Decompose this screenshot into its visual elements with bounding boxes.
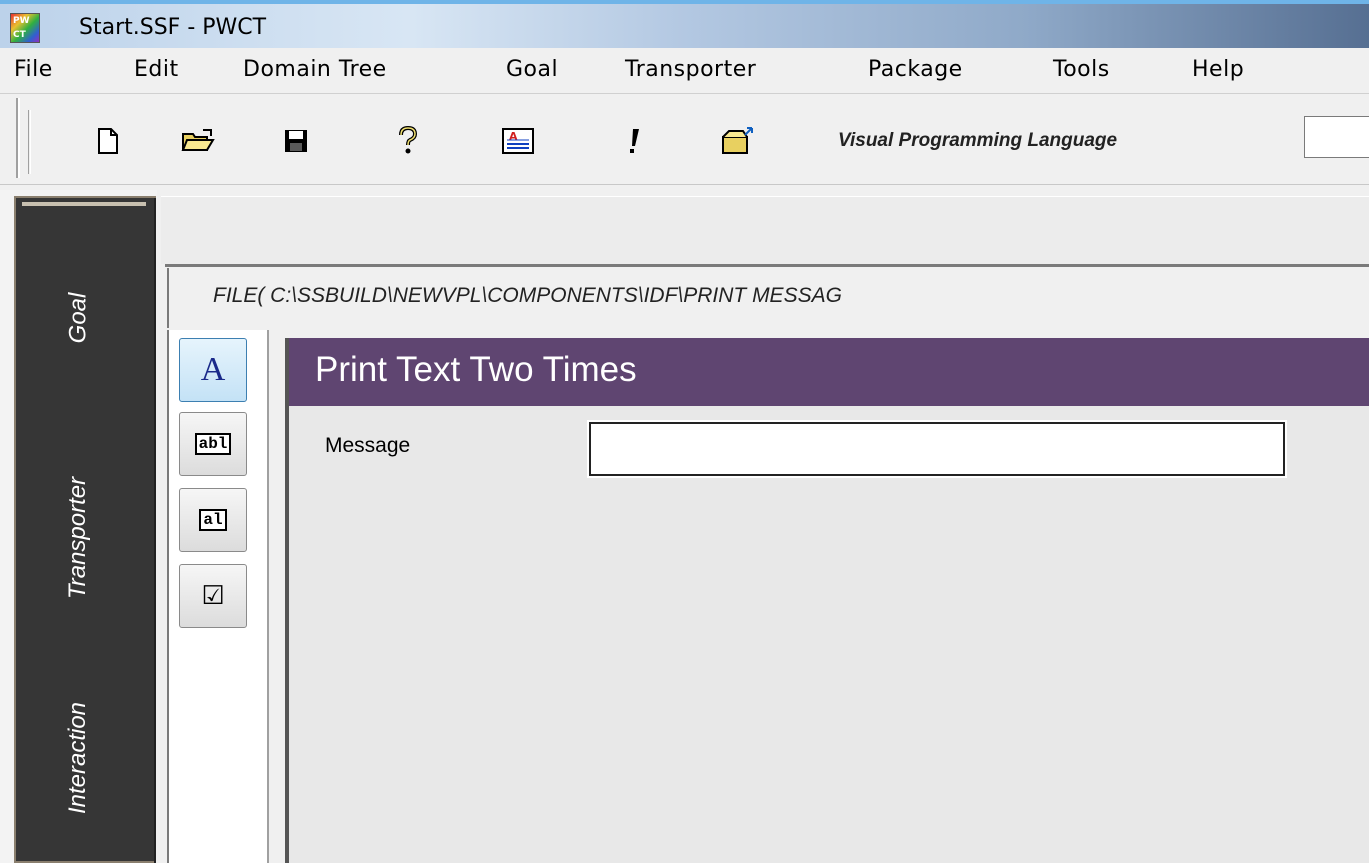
label-tool-button[interactable]: A (179, 338, 247, 402)
checkbox-tool-button[interactable]: ☑ (179, 564, 247, 628)
menu-edit[interactable]: Edit (134, 57, 179, 82)
toolbar-panel: A Visual Programming Language (18, 98, 1369, 178)
toolbar-label: Visual Programming Language (838, 130, 1118, 151)
textbox-tool-icon: abl (194, 433, 232, 455)
sidebar-tab-transporter-label: Transporter (63, 476, 91, 600)
sidebar-tab-goal[interactable]: Goal (16, 218, 140, 418)
menu-package[interactable]: Package (868, 57, 963, 82)
sidebar-tab-interaction[interactable]: Interaction (16, 658, 140, 858)
textbox-tool-button[interactable]: abl (179, 412, 247, 476)
sidebar-panel: Goal Transporter Interaction (14, 196, 158, 863)
new-file-icon[interactable] (90, 124, 126, 158)
sidebar: Goal Transporter Interaction (0, 190, 158, 863)
label-tool-icon: A (200, 351, 226, 388)
toolbar-divider (0, 184, 1369, 192)
form-title: Print Text Two Times (315, 350, 637, 389)
message-field-frame (587, 420, 1287, 478)
menu-help[interactable]: Help (1192, 57, 1244, 82)
menu-goal[interactable]: Goal (506, 57, 558, 82)
open-package-icon[interactable] (720, 124, 756, 158)
toolbar-grip[interactable] (28, 110, 31, 174)
svg-text:A: A (509, 130, 518, 143)
listbox-tool-icon: al (199, 509, 227, 531)
message-label: Message (325, 434, 411, 457)
text-document-icon[interactable]: A (500, 124, 536, 158)
listbox-tool-button[interactable]: al (179, 488, 247, 552)
checkbox-tool-icon: ☑ (201, 581, 225, 611)
menu-transporter[interactable]: Transporter (625, 57, 756, 82)
form-panel: Print Text Two Times Message (285, 338, 1369, 863)
content-separator (165, 264, 1369, 267)
window-title: Start.SSF - PWCT (79, 15, 267, 40)
content-header (161, 196, 1369, 264)
title-bar: PW CT Start.SSF - PWCT (0, 0, 1369, 48)
menu-tools[interactable]: Tools (1053, 57, 1110, 82)
tool-palette: A abl al ☑ (167, 330, 269, 863)
pwct-logo-icon: PW CT (10, 13, 40, 43)
file-path: FILE( C:\SSBUILD\NEWVPL\COMPONENTS\IDF\P… (213, 284, 842, 307)
sidebar-tab-goal-label: Goal (63, 292, 91, 344)
message-field[interactable] (589, 422, 1285, 476)
toolbar: A Visual Programming Language (0, 94, 1369, 186)
menu-domain-tree[interactable]: Domain Tree (243, 57, 387, 82)
form-title-bar: Print Text Two Times (289, 338, 1369, 406)
open-folder-icon[interactable] (180, 124, 216, 158)
run-exclamation-icon[interactable] (616, 124, 652, 158)
main-content: FILE( C:\SSBUILD\NEWVPL\COMPONENTS\IDF\P… (157, 192, 1369, 863)
help-icon[interactable] (390, 124, 426, 158)
sidebar-tab-transporter[interactable]: Transporter (16, 418, 140, 658)
save-disk-icon[interactable] (278, 124, 314, 158)
menu-file[interactable]: File (14, 57, 53, 82)
toolbar-input[interactable] (1304, 116, 1369, 158)
sidebar-tab-interaction-label: Interaction (63, 701, 91, 815)
menu-bar: File Edit Domain Tree Goal Transporter P… (0, 48, 1369, 94)
